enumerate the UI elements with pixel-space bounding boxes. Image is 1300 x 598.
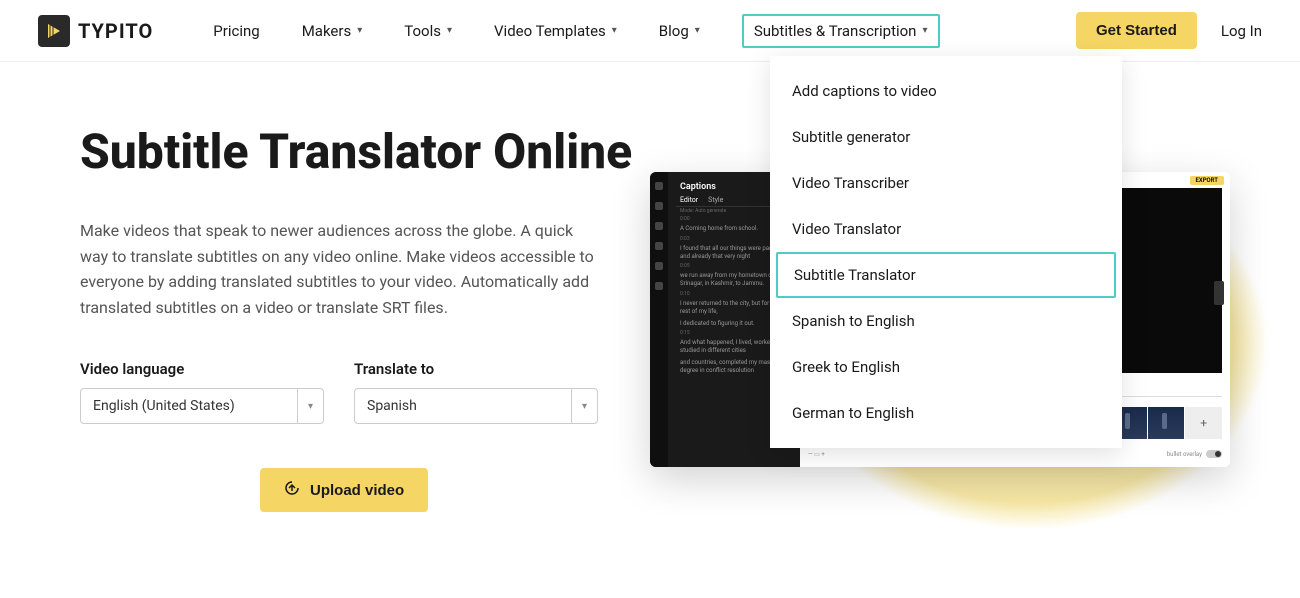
translate-to-select[interactable]: Spanish ▾ [354,388,598,424]
chevron-down-icon: ▾ [922,25,927,36]
overlay-toggle[interactable] [1206,450,1222,458]
chevron-down-icon: ▾ [695,25,700,36]
chevron-down-icon: ▾ [297,389,323,423]
video-language-group: Video language English (United States) ▾ [80,360,324,424]
dropdown-item-captions[interactable]: Add captions to video [770,68,1122,114]
tool-icon [655,262,663,270]
translate-to-label: Translate to [354,360,598,378]
dropdown-item-video-translator[interactable]: Video Translator [770,206,1122,252]
editor-iconbar [650,172,668,467]
tool-icon [655,202,663,210]
page-title: Subtitle Translator Online [80,122,640,182]
chevron-down-icon: ▾ [357,25,362,36]
dropdown-item-german-english[interactable]: German to English [770,390,1122,436]
video-language-label: Video language [80,360,324,378]
nav-makers[interactable]: Makers▾ [302,14,363,48]
get-started-button[interactable]: Get Started [1076,12,1197,49]
thumb[interactable] [1148,407,1185,439]
logo-icon [38,15,70,47]
dropdown-item-spanish-english[interactable]: Spanish to English [770,298,1122,344]
tool-icon [655,282,663,290]
upload-label: Upload video [310,482,404,499]
subtitles-dropdown: Add captions to video Subtitle generator… [770,56,1122,448]
tool-icon [655,222,663,230]
nav: Pricing Makers▾ Tools▾ Video Templates▾ … [213,14,1076,48]
tool-icon [655,242,663,250]
hero-left: Subtitle Translator Online Make videos t… [80,122,640,512]
page-desc: Make videos that speak to newer audience… [80,218,600,320]
zoom-icons[interactable]: — ▭ + [808,451,825,458]
nav-blog[interactable]: Blog▾ [659,14,700,48]
header-actions: Get Started Log In [1076,12,1262,49]
brand-name: TYPITO [78,19,153,43]
chevron-down-icon: ▾ [612,25,617,36]
dropdown-item-subtitle-generator[interactable]: Subtitle generator [770,114,1122,160]
nav-subtitles[interactable]: Subtitles & Transcription▾ [742,14,940,48]
dropdown-item-greek-english[interactable]: Greek to English [770,344,1122,390]
export-button[interactable]: EXPORT [1190,176,1224,185]
tab-style[interactable]: Style [708,196,723,204]
upload-video-button[interactable]: Upload video [260,468,428,512]
dropdown-item-video-transcriber[interactable]: Video Transcriber [770,160,1122,206]
nav-tools[interactable]: Tools▾ [404,14,452,48]
upload-icon [284,480,300,500]
nav-pricing[interactable]: Pricing [213,14,259,48]
video-language-value: English (United States) [93,398,235,414]
video-language-select[interactable]: English (United States) ▾ [80,388,324,424]
selects-row: Video language English (United States) ▾… [80,360,640,424]
overlay-label: bullet overlay [1167,451,1202,458]
header: TYPITO Pricing Makers▾ Tools▾ Video Temp… [0,0,1300,62]
logo[interactable]: TYPITO [38,15,153,47]
tool-icon [655,182,663,190]
tab-editor[interactable]: Editor [680,196,698,204]
add-thumb-button[interactable]: + [1185,407,1222,439]
nav-video-templates[interactable]: Video Templates▾ [494,14,617,48]
login-link[interactable]: Log In [1221,22,1262,40]
translate-to-group: Translate to Spanish ▾ [354,360,598,424]
chevron-down-icon: ▾ [447,25,452,36]
dropdown-item-subtitle-translator[interactable]: Subtitle Translator [776,252,1116,298]
chevron-down-icon: ▾ [571,389,597,423]
translate-to-value: Spanish [367,398,417,414]
resize-handle[interactable] [1214,281,1224,305]
